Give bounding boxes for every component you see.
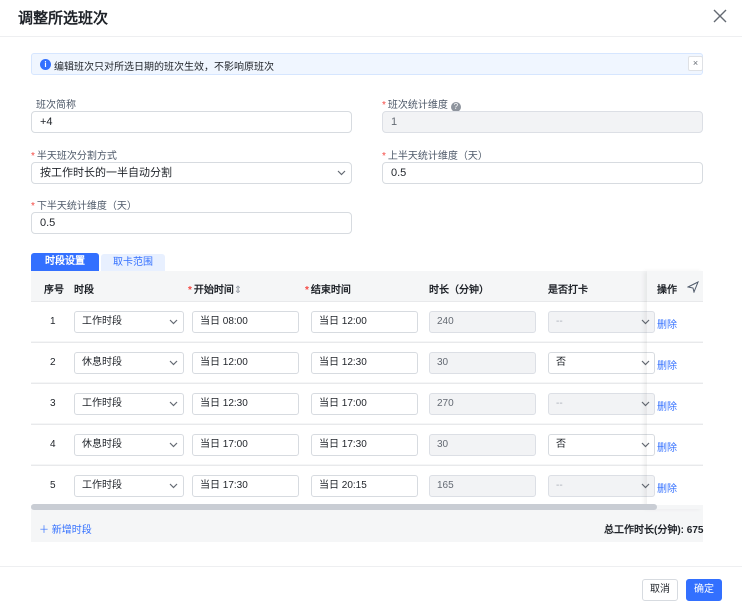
row-index: 2 xyxy=(50,357,56,368)
segment-type-select[interactable]: 休息时段 xyxy=(74,434,184,456)
half-day-split-select[interactable]: 按工作时长的一半自动分割 xyxy=(31,162,352,184)
add-segment-button[interactable]: ＋ 新增时段 xyxy=(39,521,92,536)
table-header: 序号 时段 * 开始时间⇕ * 结束时间 时长（分钟） 是否打卡 操作 xyxy=(31,271,703,301)
footer-divider xyxy=(0,566,742,567)
table-row: 5 工作时段 当日 17:30 当日 20:15 165 -- 删除 xyxy=(31,465,703,505)
confirm-button[interactable]: 确定 xyxy=(686,579,722,601)
segment-type-value: 休息时段 xyxy=(82,357,122,368)
header-end: * 结束时间 xyxy=(305,285,351,296)
clock-in-select: -- xyxy=(548,393,655,415)
end-time-input[interactable]: 当日 20:15 xyxy=(311,475,418,497)
tab-clock-range[interactable]: 取卡范围 xyxy=(101,254,165,271)
header-segment: 时段 xyxy=(74,285,94,296)
notice-banner: i 编辑班次只对所选日期的班次生效，不影响原班次 × xyxy=(31,53,703,75)
header-divider xyxy=(0,36,742,37)
start-time-input[interactable]: 当日 08:00 xyxy=(192,311,299,333)
row-index: 5 xyxy=(50,480,56,491)
fixed-action-column-shadow xyxy=(647,271,703,509)
second-half-stat-input[interactable]: 0.5 xyxy=(31,212,352,234)
duration-input: 30 xyxy=(429,352,536,374)
table-row: 3 工作时段 当日 12:30 当日 17:00 270 -- 删除 xyxy=(31,383,703,423)
notice-text: 编辑班次只对所选日期的班次生效，不影响原班次 xyxy=(54,62,274,73)
short-name-input[interactable]: +4 xyxy=(31,111,352,133)
row-index: 4 xyxy=(50,439,56,450)
segment-type-select[interactable]: 休息时段 xyxy=(74,352,184,374)
stat-dimension-label: * 班次统计维度? xyxy=(382,96,461,112)
header-duration: 时长（分钟） xyxy=(429,285,489,296)
sort-icon[interactable]: ⇕ xyxy=(234,285,242,296)
segment-type-value: 工作时段 xyxy=(82,398,122,409)
horizontal-scrollbar[interactable] xyxy=(31,504,657,510)
header-clock: 是否打卡 xyxy=(548,285,588,296)
first-half-stat-input[interactable]: 0.5 xyxy=(382,162,703,184)
segment-type-value: 工作时段 xyxy=(82,480,122,491)
clock-in-value: -- xyxy=(556,398,563,409)
end-time-input[interactable]: 当日 17:00 xyxy=(311,393,418,415)
clock-in-value: -- xyxy=(556,316,563,327)
clock-in-select[interactable]: 否 xyxy=(548,434,655,456)
end-time-input[interactable]: 当日 12:00 xyxy=(311,311,418,333)
total-work-duration: 总工作时长(分钟): 675 xyxy=(604,525,704,536)
segment-type-value: 休息时段 xyxy=(82,439,122,450)
table-row: 4 休息时段 当日 17:00 当日 17:30 30 否删除 xyxy=(31,424,703,464)
clock-in-select: -- xyxy=(548,475,655,497)
cancel-button[interactable]: 取消 xyxy=(642,579,678,601)
clock-in-value: 否 xyxy=(556,357,566,368)
clock-in-value: -- xyxy=(556,480,563,491)
second-half-stat-label: * 下半天统计维度（天） xyxy=(31,201,137,212)
segment-table: 序号 时段 * 开始时间⇕ * 结束时间 时长（分钟） 是否打卡 操作 1 工作时段当… xyxy=(31,271,703,542)
segment-type-value: 工作时段 xyxy=(82,316,122,327)
end-time-input[interactable]: 当日 17:30 xyxy=(311,434,418,456)
duration-input: 165 xyxy=(429,475,536,497)
close-icon[interactable] xyxy=(710,6,730,26)
short-name-label: 班次简称 xyxy=(36,100,76,111)
stat-dimension-input: 1 xyxy=(382,111,703,133)
start-time-input[interactable]: 当日 12:30 xyxy=(192,393,299,415)
half-day-split-label: * 半天班次分割方式 xyxy=(31,151,117,162)
chevron-down-icon xyxy=(337,170,346,176)
start-time-input[interactable]: 当日 17:30 xyxy=(192,475,299,497)
dialog-title: 调整所选班次 xyxy=(18,10,109,27)
first-half-stat-label: * 上半天统计维度（天） xyxy=(382,151,488,162)
header-index: 序号 xyxy=(44,285,64,296)
duration-input: 30 xyxy=(429,434,536,456)
notice-close-button[interactable]: × xyxy=(688,56,703,71)
clock-in-select[interactable]: 否 xyxy=(548,352,655,374)
duration-input: 270 xyxy=(429,393,536,415)
start-time-input[interactable]: 当日 12:00 xyxy=(192,352,299,374)
segment-type-select[interactable]: 工作时段 xyxy=(74,311,184,333)
plus-icon: ＋ xyxy=(39,525,49,536)
half-day-split-value: 按工作时长的一半自动分割 xyxy=(40,167,172,179)
clock-in-value: 否 xyxy=(556,439,566,450)
tab-segment-settings[interactable]: 时段设置 xyxy=(31,253,99,271)
table-row: 1 工作时段 当日 08:00 当日 12:00 240 -- 删除 xyxy=(31,301,703,341)
segment-type-select[interactable]: 工作时段 xyxy=(74,475,184,497)
end-time-input[interactable]: 当日 12:30 xyxy=(311,352,418,374)
segment-type-select[interactable]: 工作时段 xyxy=(74,393,184,415)
row-index: 3 xyxy=(50,398,56,409)
row-index: 1 xyxy=(50,316,56,327)
table-row: 2 休息时段 当日 12:00 当日 12:30 30 否删除 xyxy=(31,342,703,382)
duration-input: 240 xyxy=(429,311,536,333)
info-icon: i xyxy=(40,59,51,70)
start-time-input[interactable]: 当日 17:00 xyxy=(192,434,299,456)
header-start[interactable]: * 开始时间⇕ xyxy=(188,281,242,296)
clock-in-select: -- xyxy=(548,311,655,333)
